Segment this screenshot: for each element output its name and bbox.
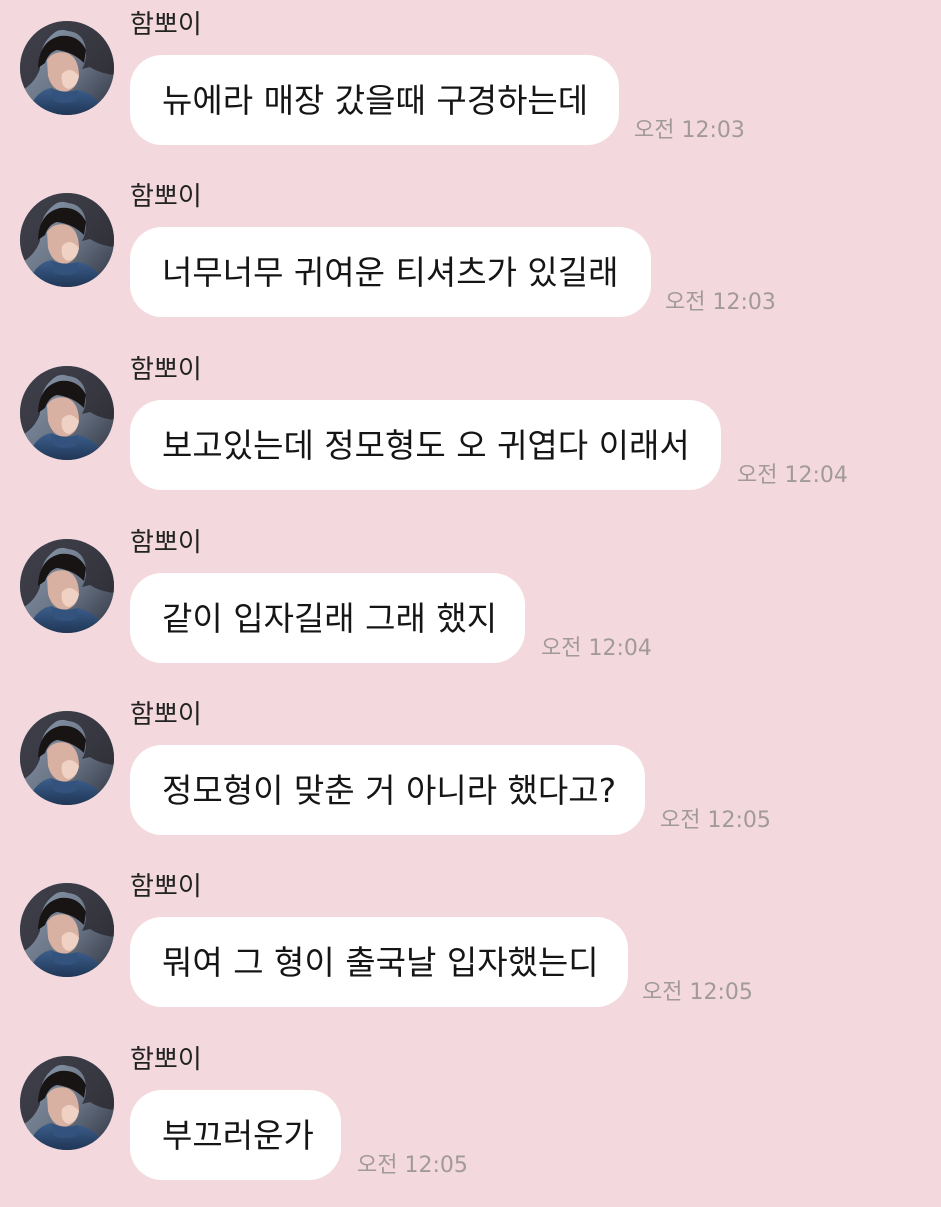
message-time: 오전 12:04 [541, 636, 652, 661]
message-time: 오전 12:03 [634, 118, 745, 143]
message-row: 함뽀이 뭐여 그 형이 출국날 입자했는디 오전 12:05 [0, 862, 941, 1034]
avatar[interactable] [20, 711, 114, 805]
message-row: 함뽀이 너무너무 귀여운 티셔츠가 있길래 오전 12:03 [0, 172, 941, 344]
message-bubble[interactable]: 뉴에라 매장 갔을때 구경하는데 [130, 55, 619, 145]
sender-name: 함뽀이 [130, 355, 202, 385]
sender-name: 함뽀이 [130, 700, 202, 730]
message-row: 함뽀이 정모형이 맞춘 거 아니라 했다고? 오전 12:05 [0, 690, 941, 862]
message-bubble[interactable]: 너무너무 귀여운 티셔츠가 있길래 [130, 227, 651, 317]
avatar[interactable] [20, 1056, 114, 1150]
sender-name: 함뽀이 [130, 872, 202, 902]
avatar[interactable] [20, 366, 114, 460]
chat-thread: 함뽀이 뉴에라 매장 갔을때 구경하는데 오전 12:03 함뽀이 너무너무 귀… [0, 0, 941, 1200]
message-row: 함뽀이 뉴에라 매장 갔을때 구경하는데 오전 12:03 [0, 0, 941, 172]
message-time: 오전 12:04 [737, 463, 848, 488]
sender-name: 함뽀이 [130, 10, 202, 40]
sender-name: 함뽀이 [130, 528, 202, 558]
message-bubble[interactable]: 보고있는데 정모형도 오 귀엽다 이래서 [130, 400, 721, 490]
message-row: 함뽀이 보고있는데 정모형도 오 귀엽다 이래서 오전 12:04 [0, 345, 941, 517]
avatar[interactable] [20, 193, 114, 287]
message-time: 오전 12:05 [642, 980, 753, 1005]
message-bubble[interactable]: 정모형이 맞춘 거 아니라 했다고? [130, 745, 645, 835]
message-time: 오전 12:05 [357, 1153, 468, 1178]
message-row: 함뽀이 부끄러운가 오전 12:05 [0, 1035, 941, 1207]
message-time: 오전 12:05 [660, 808, 771, 833]
message-time: 오전 12:03 [665, 290, 776, 315]
sender-name: 함뽀이 [130, 182, 202, 212]
avatar[interactable] [20, 883, 114, 977]
avatar[interactable] [20, 21, 114, 115]
message-row: 함뽀이 같이 입자길래 그래 했지 오전 12:04 [0, 518, 941, 690]
message-bubble[interactable]: 같이 입자길래 그래 했지 [130, 573, 525, 663]
avatar[interactable] [20, 539, 114, 633]
sender-name: 함뽀이 [130, 1045, 202, 1075]
message-bubble[interactable]: 뭐여 그 형이 출국날 입자했는디 [130, 917, 628, 1007]
message-bubble[interactable]: 부끄러운가 [130, 1090, 341, 1180]
